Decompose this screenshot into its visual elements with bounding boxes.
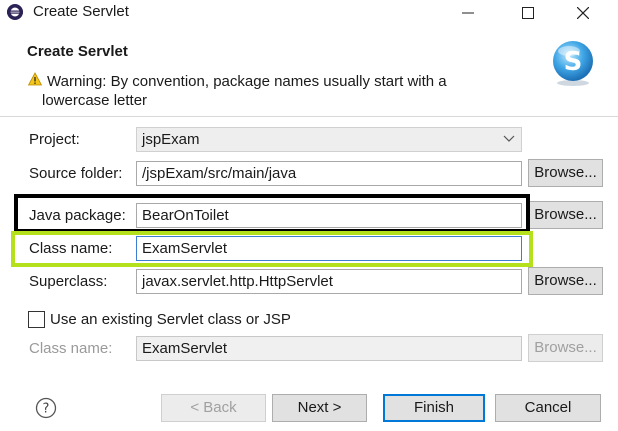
maximize-icon	[522, 7, 534, 19]
superclass-input[interactable]: javax.servlet.http.HttpServlet	[136, 269, 522, 294]
project-combo[interactable]: jspExam	[136, 127, 522, 152]
warning-message: Warning: By convention, package names us…	[42, 72, 507, 110]
minimize-button[interactable]	[445, 0, 491, 26]
close-button[interactable]	[560, 0, 606, 26]
use-existing-label: Use an existing Servlet class or JSP	[50, 311, 291, 328]
warning-icon	[28, 72, 42, 86]
class-name-highlight	[11, 231, 533, 267]
svg-text:?: ?	[43, 402, 50, 417]
warning-line-1: Warning: By convention, package names us…	[47, 73, 447, 90]
window-title: Create Servlet	[33, 3, 129, 20]
warning-line-2: lowercase letter	[42, 92, 148, 109]
project-value: jspExam	[142, 131, 200, 148]
maximize-button[interactable]	[505, 0, 551, 26]
project-label: Project:	[29, 131, 80, 148]
minimize-icon	[462, 12, 474, 14]
superclass-browse-button[interactable]: Browse...	[528, 267, 603, 295]
servlet-wizard-logo-icon: S	[553, 41, 593, 86]
chevron-down-icon	[503, 135, 515, 142]
superclass-label: Superclass:	[29, 273, 108, 290]
banner-title: Create Servlet	[27, 43, 128, 60]
existing-class-name-input[interactable]: ExamServlet	[136, 336, 522, 361]
java-package-browse-button[interactable]: Browse...	[528, 201, 603, 229]
title-bar: Create Servlet	[0, 0, 618, 26]
java-package-highlight	[14, 194, 530, 233]
next-button[interactable]: Next >	[272, 394, 367, 422]
cancel-button[interactable]: Cancel	[495, 394, 601, 422]
source-folder-label: Source folder:	[29, 165, 123, 182]
source-folder-input[interactable]: /jspExam/src/main/java	[136, 161, 522, 186]
help-icon[interactable]: ?	[35, 397, 57, 419]
eclipse-app-icon	[7, 4, 23, 20]
source-folder-browse-button[interactable]: Browse...	[528, 159, 603, 187]
close-icon	[577, 7, 589, 19]
svg-text:S: S	[564, 47, 583, 77]
existing-class-browse-button[interactable]: Browse...	[528, 334, 603, 362]
wizard-banner: Create Servlet Warning: By convention, p…	[0, 26, 618, 117]
back-button[interactable]: < Back	[161, 394, 266, 422]
finish-button[interactable]: Finish	[383, 394, 485, 422]
use-existing-checkbox[interactable]	[28, 311, 45, 328]
existing-class-name-label: Class name:	[29, 340, 113, 357]
